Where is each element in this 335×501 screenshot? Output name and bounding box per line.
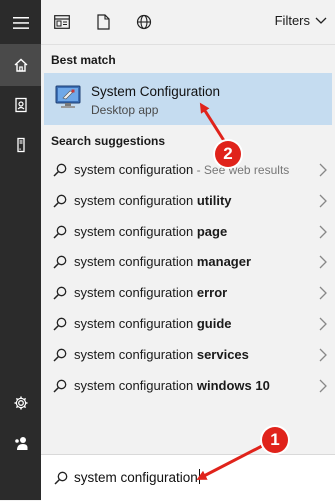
chevron-right-icon[interactable] (318, 379, 328, 393)
best-match-app-type: Desktop app (91, 103, 159, 117)
web-globe-icon (136, 14, 152, 30)
suggestion-text: system configuration windows 10 (74, 378, 270, 393)
suggestion-prefix: system configuration (74, 162, 194, 177)
suggestion-text: system configuration page (74, 224, 227, 239)
search-icon (54, 471, 68, 485)
suggestion-text: system configuration utility (74, 193, 232, 208)
filters-label: Filters (274, 13, 310, 28)
search-box[interactable]: system configuration (41, 454, 335, 501)
documents-filter-button[interactable] (93, 12, 113, 32)
search-icon (53, 317, 67, 331)
suggestion-prefix: system configuration (74, 254, 197, 270)
search-icon (53, 163, 67, 177)
search-suggestions-heading: Search suggestions (51, 134, 166, 148)
search-icon (53, 286, 67, 300)
chevron-right-icon[interactable] (318, 317, 328, 331)
chevron-right-icon[interactable] (318, 348, 328, 362)
suggestion-item[interactable]: system configuration windows 10 (44, 371, 332, 401)
left-rail (0, 0, 41, 500)
filters-dropdown[interactable]: Filters (275, 13, 327, 28)
suggestion-text: system configuration manager (74, 254, 251, 269)
suggestion-prefix: system configuration (74, 377, 197, 393)
search-icon (53, 379, 67, 393)
suggestion-item[interactable]: system configuration services (44, 340, 332, 370)
chevron-down-icon (315, 17, 327, 24)
suggestion-bold: page (196, 223, 228, 239)
suggestion-item[interactable]: system configuration manager (44, 247, 332, 277)
settings-button[interactable] (0, 382, 41, 424)
filter-bar: Filters (41, 0, 335, 45)
suggestion-bold: utility (196, 192, 232, 208)
suggestion-bold: manager (196, 254, 252, 270)
suggestion-prefix: system configuration (74, 192, 197, 208)
suggestion-item[interactable]: system configuration utility (44, 186, 332, 216)
best-match-heading: Best match (51, 53, 116, 67)
search-input-value: system configuration (74, 470, 198, 485)
suggestion-text: system configuration guide (74, 316, 232, 331)
settings-icon (14, 396, 27, 410)
suggestion-item[interactable]: system configuration error (44, 278, 332, 308)
best-match-app-name: System Configuration (91, 84, 221, 99)
chevron-right-icon[interactable] (318, 286, 328, 300)
suggestion-prefix: system configuration (74, 316, 197, 331)
search-results-panel: Filters Best match System Configuration … (41, 0, 335, 500)
text-caret (198, 469, 200, 484)
home-button[interactable] (0, 44, 41, 86)
search-icon (53, 225, 67, 239)
home-icon (14, 58, 27, 72)
suggestion-item[interactable]: system configuration guide (44, 309, 332, 339)
chevron-right-icon[interactable] (318, 255, 328, 269)
apps-icon (54, 15, 70, 29)
annotation-badge-2: 2 (215, 141, 241, 167)
chevron-right-icon[interactable] (318, 225, 328, 239)
hamburger-icon (12, 17, 29, 29)
web-filter-button[interactable] (134, 12, 154, 32)
suggestion-prefix: system configuration (74, 285, 197, 301)
suggestion-item[interactable]: system configuration - See web results (44, 155, 332, 185)
search-icon (53, 194, 67, 208)
suggestion-text: system configuration services (74, 347, 249, 362)
suggestion-bold: windows 10 (196, 377, 270, 393)
suggestion-suffix: - See web results (193, 163, 290, 177)
annotation-badge-1: 1 (262, 427, 288, 453)
suggestion-item[interactable]: system configuration page (44, 217, 332, 247)
suggestion-prefix: system configuration (74, 223, 197, 239)
apps-filter-button[interactable] (52, 12, 72, 32)
user-icon (14, 437, 27, 450)
documents-button[interactable] (0, 84, 41, 126)
search-icon (53, 348, 67, 362)
system-configuration-app-icon (55, 85, 81, 108)
best-match-result[interactable]: System Configuration Desktop app (44, 73, 332, 125)
chevron-right-icon[interactable] (318, 163, 328, 177)
search-input[interactable]: system configuration (74, 469, 200, 485)
suggestion-text: system configuration error (74, 285, 227, 300)
menu-button[interactable] (0, 2, 41, 44)
search-icon (53, 256, 67, 269)
suggestion-bold: guide (196, 316, 232, 331)
user-button[interactable] (0, 422, 41, 464)
chevron-right-icon[interactable] (318, 194, 328, 208)
suggestion-text: system configuration - See web results (74, 162, 289, 177)
suggestion-bold: error (196, 285, 228, 301)
tower-icon (16, 137, 25, 153)
documents-icon (14, 97, 27, 113)
suggestion-prefix: system configuration (74, 346, 197, 362)
device-button[interactable] (0, 124, 41, 166)
document-icon (96, 14, 110, 30)
suggestion-bold: services (196, 346, 249, 362)
